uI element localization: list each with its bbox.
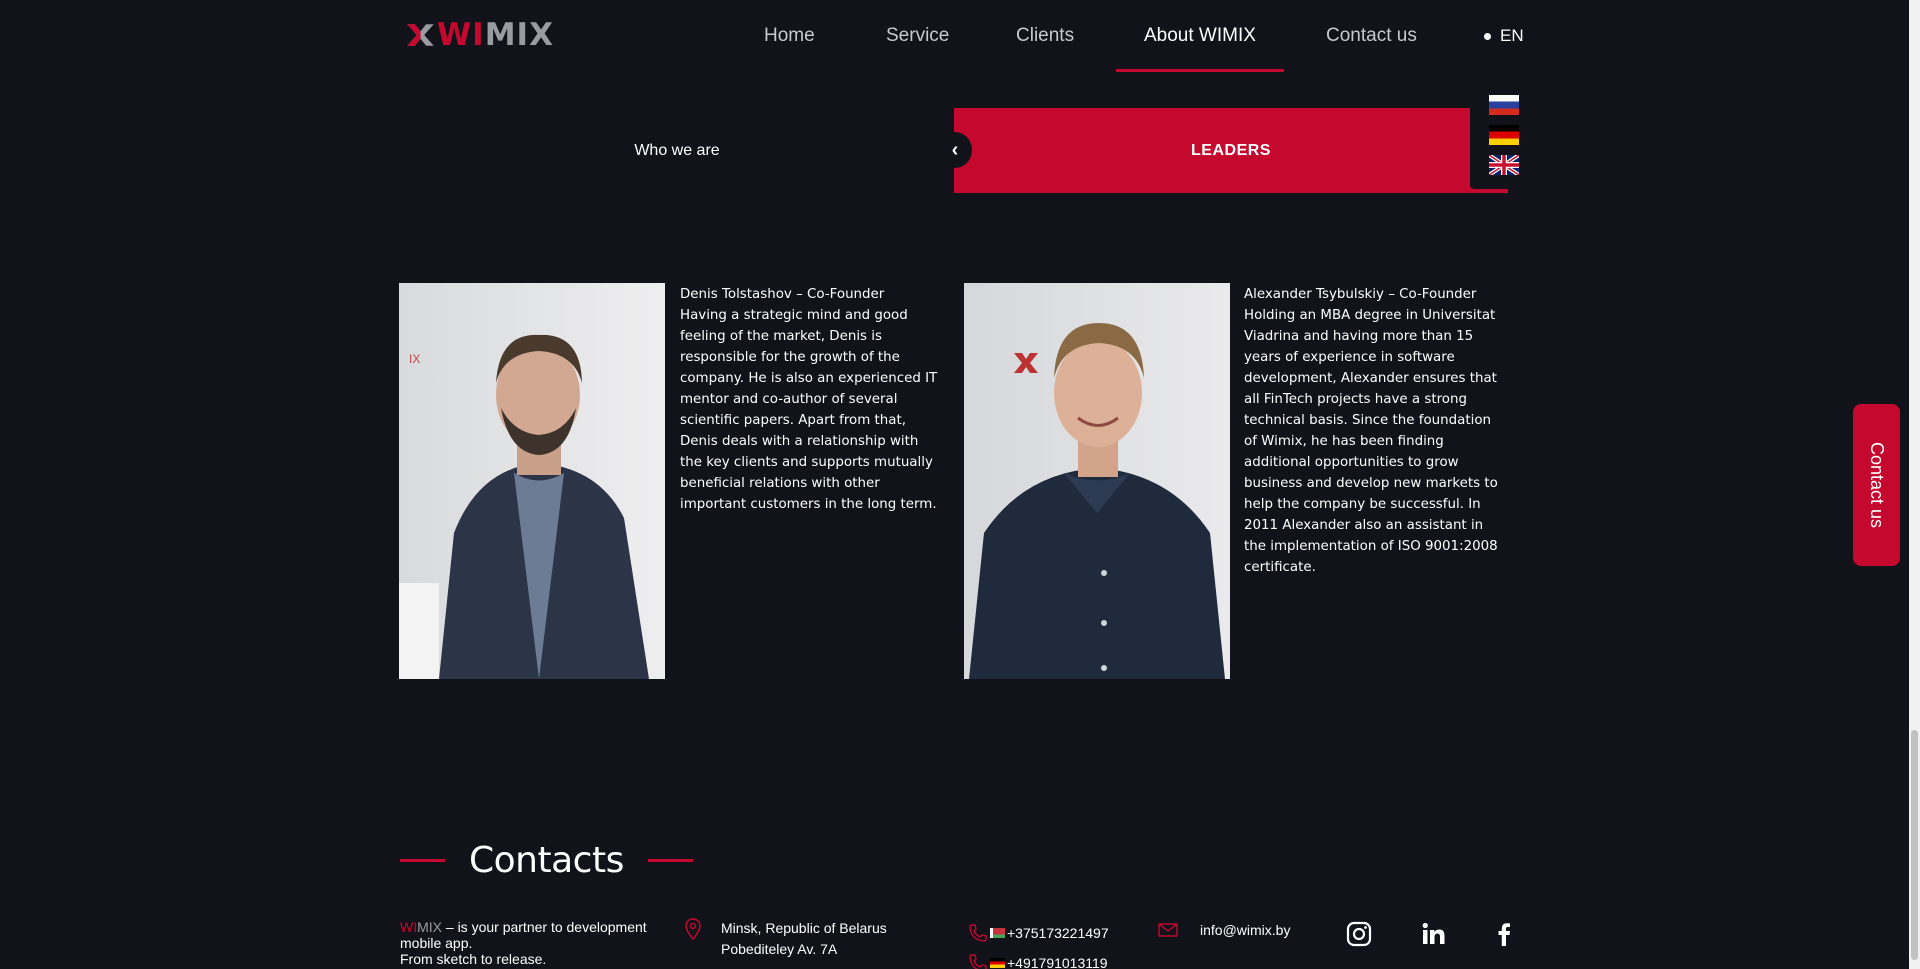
- chevron-left-icon[interactable]: ‹: [938, 132, 972, 168]
- leader-photo-denis: IX: [399, 283, 665, 679]
- mail-icon: [1158, 923, 1178, 937]
- contact-us-side-button[interactable]: Contact us: [1853, 404, 1900, 566]
- language-label: EN: [1500, 26, 1524, 45]
- svg-text:IX: IX: [409, 352, 420, 366]
- section-heading-clipped: [685, 48, 805, 74]
- ru-flag-icon[interactable]: [1489, 95, 1519, 115]
- leader-text-alexander: Holding an MBA degree in Universitat Via…: [1244, 308, 1498, 575]
- phone-icon: [969, 954, 987, 969]
- phone-by[interactable]: +375173221497: [968, 918, 1109, 948]
- logo-text-wi: WI: [436, 17, 485, 53]
- by-flag-icon: [990, 928, 1005, 938]
- leader-bio-denis: Denis Tolstashov – Co-Founder Having a s…: [680, 284, 944, 515]
- language-menu: [1470, 85, 1536, 189]
- phone-icon: [969, 924, 987, 942]
- nav-contact-us[interactable]: Contact us: [1326, 0, 1417, 72]
- wimix-logo[interactable]: WIMIX: [406, 16, 554, 54]
- logo-text-mix: MIX: [484, 17, 554, 53]
- phone-list: +375173221497 +491791013119: [968, 918, 1109, 969]
- language-dot-icon: [1484, 33, 1491, 41]
- tab-leaders[interactable]: LEADERS: [954, 108, 1508, 193]
- heading-divider-right: [647, 858, 693, 862]
- page-scrollbar[interactable]: [1909, 0, 1920, 969]
- de-flag-icon[interactable]: [1489, 125, 1519, 145]
- phone-by-number: +375173221497: [1007, 925, 1109, 941]
- email-address: info@wimix.by: [1200, 922, 1291, 938]
- tagline-mix: MIX: [417, 919, 442, 935]
- instagram-icon[interactable]: [1345, 920, 1373, 948]
- company-tagline: WIMIX – is your partner to development m…: [400, 919, 670, 967]
- address-block: Minsk, Republic of Belarus Pobediteley A…: [685, 918, 887, 960]
- tagline-line2: From sketch to release.: [400, 951, 547, 967]
- leader-photo-alexander: [964, 283, 1230, 679]
- leader-text-denis: Having a strategic mind and good feeling…: [680, 308, 938, 512]
- contact-us-side-label: Contact us: [1867, 441, 1887, 529]
- leader-name-denis: Denis Tolstashov – Co-Founder: [680, 287, 885, 302]
- address-line2: Pobediteley Av. 7A: [721, 941, 838, 957]
- phone-de[interactable]: +491791013119: [968, 948, 1109, 969]
- scrollbar-thumb[interactable]: [1911, 730, 1918, 960]
- de-flag-small-icon: [990, 958, 1005, 968]
- contacts-title: Contacts: [469, 839, 624, 881]
- address-line1: Minsk, Republic of Belarus: [721, 920, 887, 936]
- email-link[interactable]: info@wimix.by: [1158, 918, 1290, 942]
- site-header: WIMIX Home Service Clients About WIMIX C…: [0, 0, 1920, 72]
- leader-name-alexander: Alexander Tsybulskiy – Co-Founder: [1244, 287, 1477, 302]
- nav-clients[interactable]: Clients: [1016, 0, 1074, 72]
- nav-service[interactable]: Service: [886, 0, 949, 72]
- wimix-logo-icon: [407, 24, 434, 46]
- phone-de-number: +491791013119: [1007, 955, 1108, 969]
- heading-divider-left: [400, 858, 445, 862]
- linkedin-icon[interactable]: [1420, 920, 1448, 948]
- contacts-heading: Contacts: [400, 835, 693, 885]
- leader-bio-alexander: Alexander Tsybulskiy – Co-Founder Holdin…: [1244, 284, 1508, 578]
- language-selector[interactable]: EN: [1484, 0, 1524, 72]
- tagline-wi: WI: [400, 919, 418, 935]
- gb-flag-icon[interactable]: [1489, 155, 1519, 175]
- location-pin-icon: [685, 918, 701, 940]
- facebook-icon[interactable]: [1490, 920, 1518, 948]
- tab-who-we-are[interactable]: Who we are: [400, 108, 954, 193]
- nav-about-wimix[interactable]: About WIMIX: [1116, 0, 1284, 72]
